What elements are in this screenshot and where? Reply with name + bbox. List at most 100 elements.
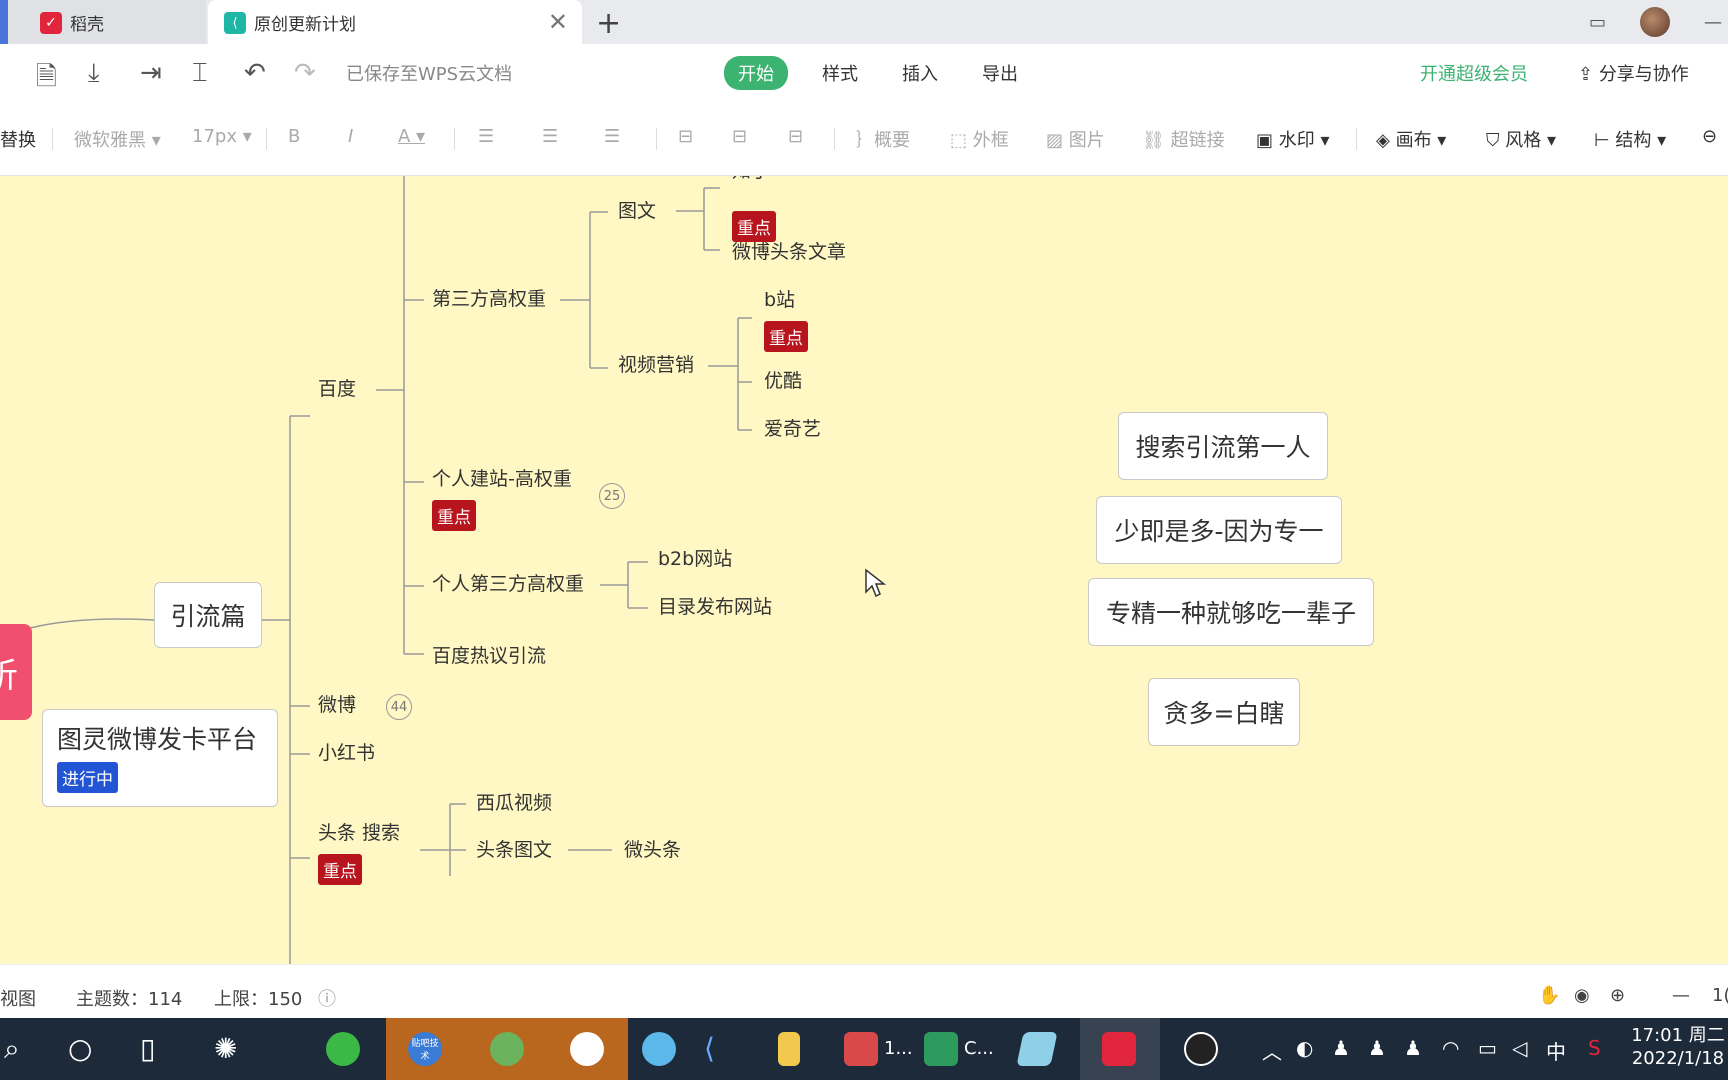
zoom-out-icon[interactable]: ⊖ bbox=[1702, 126, 1717, 147]
topic-directory[interactable]: 目录发布网站 bbox=[658, 596, 772, 619]
italic-button[interactable]: I bbox=[348, 126, 353, 147]
tab-insert[interactable]: 插入 bbox=[892, 56, 948, 90]
font-size-select[interactable]: 17px ▾ bbox=[192, 126, 252, 147]
topic-baidu[interactable]: 百度 bbox=[318, 378, 356, 401]
floating-topic[interactable]: 专精一种就够吃一辈子 bbox=[1088, 578, 1374, 646]
format-painter-icon[interactable]: ⌶ bbox=[192, 58, 208, 89]
tab-mindmap-document[interactable]: ⟨ 原创更新计划 ✕ bbox=[208, 0, 582, 44]
pinwheel-app-icon[interactable]: ✺ bbox=[214, 1032, 237, 1065]
qq-icon[interactable]: ♟ bbox=[1404, 1036, 1422, 1060]
ime-indicator[interactable]: 中 bbox=[1546, 1036, 1566, 1065]
floating-topic[interactable]: 搜索引流第一人 bbox=[1118, 412, 1328, 480]
task-view-icon[interactable]: ▯ bbox=[140, 1032, 155, 1065]
qq-icon[interactable]: ♟ bbox=[1368, 1036, 1386, 1060]
minimize-icon[interactable]: — bbox=[1704, 12, 1722, 33]
notepad-icon[interactable] bbox=[1016, 1032, 1058, 1066]
tab-start[interactable]: 开始 bbox=[724, 56, 788, 90]
volume-icon[interactable]: ◁ bbox=[1512, 1036, 1527, 1060]
topic-toutiao-search[interactable]: 头条 搜索 bbox=[318, 822, 400, 845]
topic-xigua[interactable]: 西瓜视频 bbox=[476, 792, 552, 815]
tab-style[interactable]: 样式 bbox=[812, 56, 868, 90]
zoom-out-icon[interactable]: — bbox=[1672, 985, 1690, 1006]
insert-child-icon[interactable]: ⊟ bbox=[678, 126, 693, 147]
topic-weibo-toutiao[interactable]: 微博头条文章 bbox=[732, 241, 846, 264]
floating-topic[interactable]: 贪多=白瞎 bbox=[1148, 678, 1300, 746]
topic-tuwen[interactable]: 图文 bbox=[618, 200, 656, 223]
battery-icon[interactable]: ▭ bbox=[1478, 1036, 1497, 1060]
view-button[interactable]: 视图 bbox=[0, 985, 36, 1011]
tab-daoke[interactable]: ✓ 稻壳 bbox=[0, 0, 206, 44]
download-icon[interactable]: ⤓ bbox=[88, 58, 100, 89]
sogou-icon[interactable]: S bbox=[1588, 1036, 1601, 1060]
folder-icon[interactable] bbox=[778, 1032, 800, 1066]
cortana-icon[interactable]: ○ bbox=[68, 1032, 92, 1065]
style-button[interactable]: ⛉ 风格 ▾ bbox=[1486, 126, 1556, 152]
mindmap-canvas[interactable]: 析 引流篇 图灵微博发卡平台 进行中 百度 第三方高权重 图文 知乎 重点 微博… bbox=[0, 176, 1728, 964]
robot-app-icon[interactable] bbox=[844, 1032, 878, 1066]
avatar[interactable] bbox=[1640, 7, 1670, 37]
help-icon[interactable]: ⓘ bbox=[318, 985, 336, 1011]
topic-personal-third[interactable]: 个人第三方高权重 bbox=[432, 573, 584, 596]
topic-iqiyi[interactable]: 爱奇艺 bbox=[764, 418, 821, 441]
summary-button[interactable]: ｝概要 bbox=[856, 126, 910, 152]
frame-button[interactable]: ⬚ 外框 bbox=[950, 126, 1009, 152]
tieba-app-icon[interactable]: 贴吧技术 bbox=[408, 1032, 442, 1066]
hand-tool-icon[interactable]: ✋ bbox=[1538, 985, 1560, 1006]
root-topic[interactable]: 析 bbox=[0, 624, 32, 720]
window-layout-icon[interactable]: ▭ bbox=[1589, 12, 1606, 33]
photos-app-icon[interactable] bbox=[490, 1032, 524, 1066]
font-color-button[interactable]: A ▾ bbox=[398, 126, 425, 147]
align-center-icon[interactable]: ☰ bbox=[542, 126, 558, 147]
topic-bzhan[interactable]: b站 bbox=[764, 289, 795, 312]
topic-video[interactable]: 视频营销 bbox=[618, 354, 694, 377]
tray-app-icon[interactable]: ◐ bbox=[1296, 1036, 1313, 1060]
save-icon[interactable]: 🗎 bbox=[36, 58, 57, 102]
topic-zhihu[interactable]: 知乎 bbox=[732, 176, 770, 183]
canvas-button[interactable]: ◈ 画布 ▾ bbox=[1376, 126, 1446, 152]
camtasia-icon[interactable] bbox=[924, 1032, 958, 1066]
qq-icon[interactable]: ♟ bbox=[1332, 1036, 1350, 1060]
vip-link[interactable]: 开通超级会员 bbox=[1420, 60, 1528, 86]
insert-sibling-icon[interactable]: ⊟ bbox=[732, 126, 747, 147]
obs-icon[interactable] bbox=[1184, 1032, 1218, 1066]
redo-icon[interactable]: ↷ bbox=[294, 58, 316, 88]
new-tab-icon[interactable]: + bbox=[596, 6, 621, 41]
vs-code-icon[interactable]: ⟨ bbox=[704, 1032, 715, 1065]
tab-export[interactable]: 导出 bbox=[972, 56, 1028, 90]
export-icon[interactable]: ⇥ bbox=[140, 58, 162, 88]
insert-parent-icon[interactable]: ⊟ bbox=[788, 126, 803, 147]
align-left-icon[interactable]: ☰ bbox=[478, 126, 494, 147]
undo-icon[interactable]: ↶ bbox=[244, 58, 266, 88]
image-button[interactable]: ▨ 图片 bbox=[1046, 126, 1105, 152]
topic-wei-toutiao[interactable]: 微头条 bbox=[624, 839, 681, 862]
topic-weibo[interactable]: 微博 bbox=[318, 694, 356, 717]
search-icon[interactable]: ⌕ bbox=[4, 1032, 20, 1066]
align-right-icon[interactable]: ☰ bbox=[604, 126, 620, 147]
locate-icon[interactable]: ⊕ bbox=[1610, 985, 1625, 1006]
replace-button[interactable]: 替换 bbox=[0, 126, 36, 152]
watermark-button[interactable]: ▣ 水印 ▾ bbox=[1256, 126, 1330, 152]
topic-youku[interactable]: 优酷 bbox=[764, 370, 802, 393]
topic-b2b[interactable]: b2b网站 bbox=[658, 548, 732, 571]
topic-tuling-platform[interactable]: 图灵微博发卡平台 进行中 bbox=[42, 709, 278, 807]
topic-xiaohongshu[interactable]: 小红书 bbox=[318, 742, 375, 765]
child-count-badge[interactable]: 44 bbox=[386, 694, 412, 720]
topic-baidu-hot[interactable]: 百度热议引流 bbox=[432, 645, 546, 668]
browser-icon[interactable] bbox=[326, 1032, 360, 1066]
floating-topic[interactable]: 少即是多-因为专一 bbox=[1096, 496, 1342, 564]
chat-app-icon[interactable] bbox=[642, 1032, 676, 1066]
visibility-icon[interactable]: ◉ bbox=[1574, 985, 1590, 1006]
media-app-icon[interactable] bbox=[570, 1032, 604, 1066]
tray-expand-icon[interactable]: ︿ bbox=[1262, 1036, 1282, 1065]
topic-yinliu[interactable]: 引流篇 bbox=[154, 582, 262, 648]
share-button[interactable]: ⇪ 分享与协作 bbox=[1578, 60, 1689, 86]
clock[interactable]: 17:01 周二 2022/1/18 bbox=[1628, 1024, 1728, 1071]
bold-button[interactable]: B bbox=[288, 126, 300, 147]
font-family-select[interactable]: 微软雅黑 ▾ bbox=[74, 126, 161, 152]
topic-toutiao-tuwen[interactable]: 头条图文 bbox=[476, 839, 552, 862]
topic-personal-site[interactable]: 个人建站-高权重 bbox=[432, 468, 572, 491]
child-count-badge[interactable]: 25 bbox=[599, 483, 625, 509]
topic-third-party[interactable]: 第三方高权重 bbox=[432, 288, 546, 311]
wps-icon[interactable] bbox=[1102, 1032, 1136, 1066]
zoom-level[interactable]: 1( bbox=[1712, 985, 1728, 1006]
